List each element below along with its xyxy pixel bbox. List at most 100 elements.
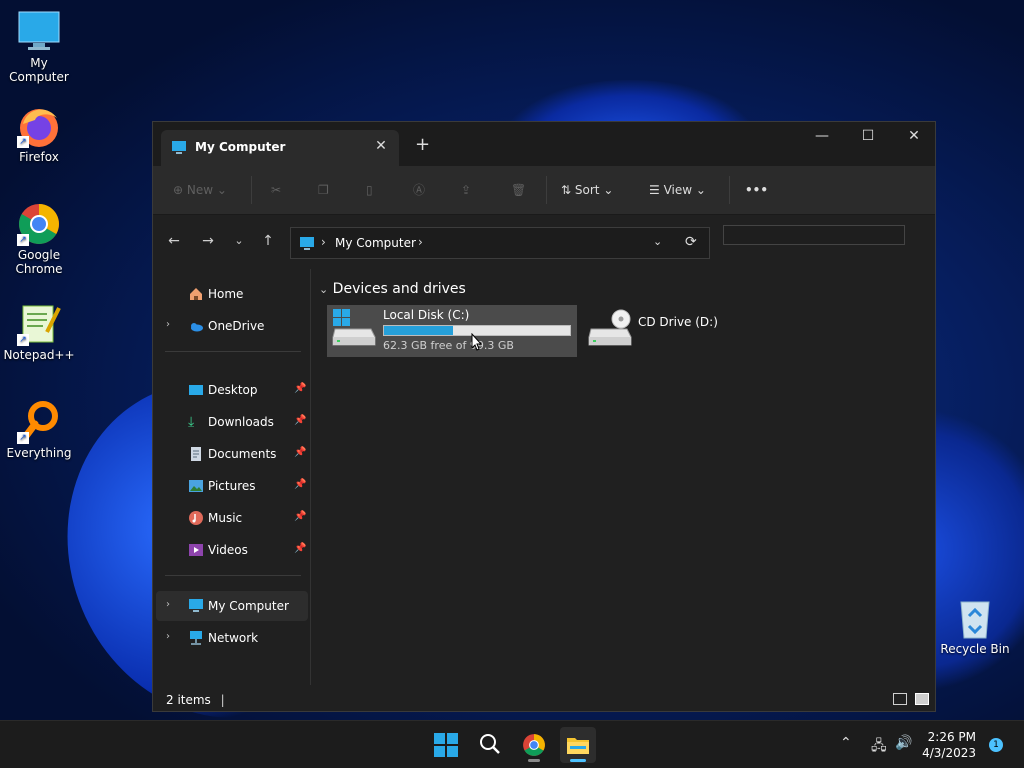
desktop-icon-chrome[interactable]: ↗ Google Chrome [0,202,78,276]
sidebar-item-music[interactable]: Music 📌 [156,503,308,533]
rename-button[interactable]: Ⓐ [413,178,425,202]
desktop-icon-my-computer[interactable]: My Computer [0,10,78,84]
download-icon: ⤓ [188,414,195,430]
volume-icon[interactable]: 🔊 [895,735,912,751]
notification-badge[interactable]: 1 [989,738,1003,752]
close-window-button[interactable]: ✕ [891,122,937,152]
sidebar-item-label: Desktop [208,383,258,397]
sidebar-item-label: OneDrive [208,319,265,333]
delete-button[interactable]: 🗑 [511,178,526,202]
address-dropdown-button[interactable]: ⌄ [653,235,662,248]
picture-icon [188,478,204,494]
refresh-button[interactable]: ⟳ [685,234,697,250]
shortcut-arrow-icon: ↗ [17,136,29,148]
large-icons-view-icon[interactable] [915,693,929,705]
desktop-icon-everything[interactable]: ↗ Everything [0,400,78,460]
tab-my-computer[interactable]: My Computer ✕ [161,130,399,166]
sidebar-item-onedrive[interactable]: › OneDrive [156,311,308,341]
cut-button[interactable]: ✂ [271,178,281,202]
drive-item-cd-drive-d[interactable]: CD Drive (D:) [585,305,725,357]
network-status-icon[interactable]: 🖧 [871,735,887,759]
search-input[interactable] [723,225,905,245]
up-button[interactable]: ↑ [258,231,278,251]
system-clock[interactable]: 2:26 PM 4/3/2023 [920,729,976,761]
search-icon [479,733,501,758]
pin-icon[interactable]: 📌 [294,511,306,522]
drive-name: CD Drive (D:) [638,315,718,329]
address-location[interactable]: My Computer [335,236,416,250]
show-hidden-icons-button[interactable]: ⌃ [840,735,852,751]
sidebar-item-documents[interactable]: Documents 📌 [156,439,308,469]
trash-icon: 🗑 [511,183,527,197]
chevron-right-icon[interactable]: › [166,599,170,610]
document-icon [188,446,204,462]
sidebar-item-network[interactable]: › Network [156,623,308,653]
sort-button[interactable]: ⇅ Sort ⌄ [561,178,613,202]
status-bar: 2 items | [153,685,935,711]
address-bar[interactable]: › My Computer › ⌄ ⟳ [290,227,710,259]
desktop-icon-recycle-bin[interactable]: Recycle Bin [936,596,1014,656]
details-view-icon[interactable] [893,693,907,705]
sidebar-item-label: Music [208,511,243,525]
close-tab-button[interactable]: ✕ [371,136,391,156]
pin-icon[interactable]: 📌 [294,415,306,426]
sidebar-item-desktop[interactable]: Desktop 📌 [156,375,308,405]
sidebar-item-label: Home [208,287,244,301]
drive-item-local-disk-c[interactable]: Local Disk (C:) 62.3 GB free of 99.3 GB [327,305,577,357]
chevron-down-icon: ⌄ [695,183,706,197]
minimize-button[interactable]: — [799,122,845,152]
new-tab-button[interactable]: + [415,136,430,154]
pin-icon[interactable]: 📌 [294,543,306,554]
maximize-button[interactable]: ☐ [845,122,891,152]
desktop-icon-label: Firefox [19,150,59,164]
back-button[interactable]: ← [164,231,184,251]
see-more-button[interactable]: ••• [745,178,768,202]
desktop-icon-label: Everything [6,446,72,460]
recycle-bin-icon [953,596,997,640]
shortcut-arrow-icon: ↗ [17,234,29,246]
everything-icon: ↗ [17,400,61,444]
pin-icon[interactable]: 📌 [294,479,306,490]
desktop-icon-notepadpp[interactable]: ↗ Notepad++ [0,302,78,362]
pin-icon[interactable]: 📌 [294,383,306,394]
group-header[interactable]: ⌄ Devices and drives [319,281,466,297]
chevron-right-icon[interactable]: › [418,235,423,249]
start-button[interactable] [428,727,464,763]
desktop-icon-label: My Computer [9,56,69,84]
taskbar: ⌃ 🖧 🔊 2:26 PM 4/3/2023 1 [0,720,1024,768]
sidebar-item-home[interactable]: Home [156,279,308,309]
item-count: 2 items | [166,693,225,707]
copy-button[interactable]: ❐ [318,178,329,202]
sidebar-item-pictures[interactable]: Pictures 📌 [156,471,308,501]
clock-date: 4/3/2023 [922,746,976,760]
firefox-icon: ↗ [17,104,61,148]
recent-locations-button[interactable]: ⌄ [229,231,249,251]
sidebar-item-downloads[interactable]: ⤓ Downloads 📌 [156,407,308,437]
sort-label: Sort [574,183,600,197]
taskbar-app-file-explorer[interactable] [560,727,596,763]
taskbar-app-chrome[interactable] [516,727,552,763]
hard-drive-icon [331,309,377,352]
sidebar-item-my-computer[interactable]: › My Computer [156,591,308,621]
share-button[interactable]: ⇪ [461,178,471,202]
new-button[interactable]: ⊕ New ⌄ [173,178,227,202]
toolbar-divider [251,176,252,204]
toolbar-divider [729,176,730,204]
scissors-icon: ✂ [271,183,282,197]
paste-button[interactable]: ▯ [366,178,373,202]
view-button[interactable]: ☰ View ⌄ [649,178,706,202]
drive-free-space: 62.3 GB free of 99.3 GB [383,339,514,352]
chevron-right-icon[interactable]: › [166,319,170,330]
running-indicator [570,759,586,762]
search-button[interactable] [472,727,508,763]
forward-button[interactable]: → [198,231,218,251]
sidebar-item-videos[interactable]: Videos 📌 [156,535,308,565]
chrome-icon: ↗ [17,202,61,246]
plus-circle-icon: ⊕ [173,183,184,197]
pin-icon[interactable]: 📌 [294,447,306,458]
title-bar[interactable]: My Computer ✕ + — ☐ ✕ [153,122,935,166]
desktop-icon-firefox[interactable]: ↗ Firefox [0,104,78,164]
chevron-right-icon[interactable]: › [321,235,326,249]
sidebar-divider [165,351,301,352]
chevron-right-icon[interactable]: › [166,631,170,642]
